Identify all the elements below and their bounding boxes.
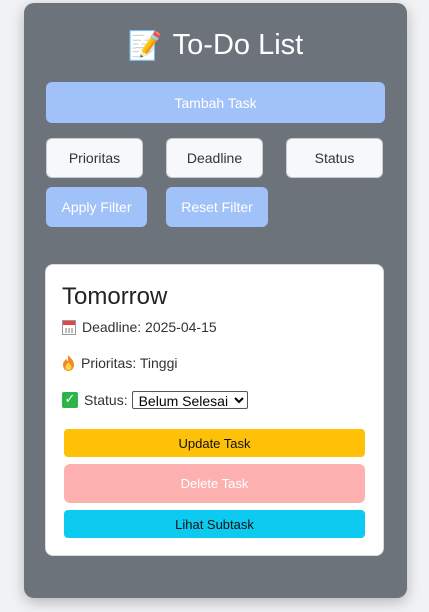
task-deadline: Deadline: 2025-04-15 [82, 319, 217, 335]
update-task-button[interactable]: Update Task [64, 429, 365, 457]
reset-filter-button[interactable]: Reset Filter [166, 187, 268, 227]
task-status-row: ✓ Status: Belum Selesai [62, 391, 248, 409]
filter-deadline-button[interactable]: Deadline [166, 138, 263, 178]
task-status-select[interactable]: Belum Selesai [131, 391, 248, 409]
task-priority: Prioritas: Tinggi [81, 355, 178, 371]
memo-icon: 📝 [127, 28, 163, 62]
filter-status-button[interactable]: Status [286, 138, 383, 178]
task-title: Tomorrow [62, 283, 168, 310]
check-mark-icon: ✓ [62, 392, 78, 408]
page-title: 📝 To-Do List [24, 25, 407, 65]
todo-app-panel: 📝 To-Do List Tambah Task Prioritas Deadl… [24, 3, 407, 598]
filter-priority-button[interactable]: Prioritas [46, 138, 143, 178]
task-deadline-row: Deadline: 2025-04-15 [62, 319, 217, 335]
apply-filter-button[interactable]: Apply Filter [46, 187, 147, 227]
delete-task-button[interactable]: Delete Task [64, 464, 365, 503]
add-task-button[interactable]: Tambah Task [46, 82, 385, 123]
fire-icon [63, 355, 74, 371]
task-card: Tomorrow Deadline: 2025-04-15 Prioritas:… [45, 264, 384, 556]
task-priority-row: Prioritas: Tinggi [62, 355, 177, 371]
view-subtask-button[interactable]: Lihat Subtask [64, 510, 365, 538]
page-title-text: To-Do List [172, 28, 304, 61]
task-status-label: Status: [84, 392, 128, 408]
calendar-icon [62, 319, 76, 335]
